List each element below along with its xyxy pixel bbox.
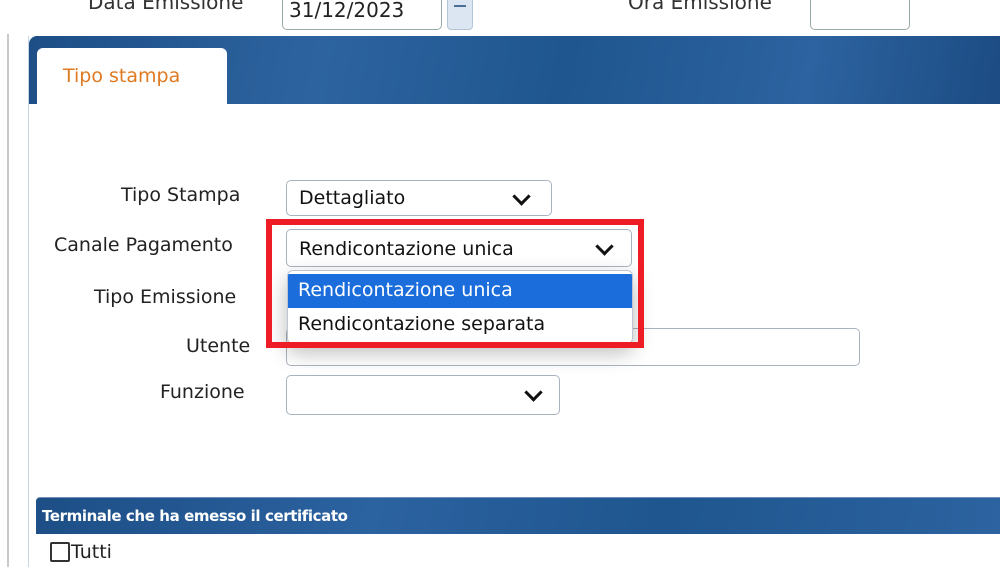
funzione-select[interactable]	[286, 375, 560, 415]
funzione-label: Funzione	[160, 381, 245, 403]
date-emission-field[interactable]: 31/12/2023	[282, 0, 442, 30]
top-row: Data Emissione 31/12/2023 Ora Emissione	[0, 0, 1000, 34]
date-emission-value: 31/12/2023	[289, 0, 405, 22]
calendar-icon[interactable]	[447, 0, 473, 30]
tipo-stampa-label: Tipo Stampa	[121, 184, 241, 206]
highlight-box	[266, 219, 644, 348]
time-emission-field[interactable]	[810, 0, 910, 30]
tipo-stampa-value: Dettagliato	[299, 187, 406, 209]
section-title: Terminale che ha emesso il certificato	[42, 507, 348, 525]
panel-header: Tipo stampa	[29, 36, 1000, 104]
tipo-stampa-select[interactable]: Dettagliato	[286, 180, 552, 216]
tipo-emissione-label: Tipo Emissione	[94, 286, 237, 308]
time-emission-label: Ora Emissione	[628, 0, 772, 14]
date-emission-label: Data Emissione	[88, 0, 244, 14]
tab-tipo-stampa[interactable]: Tipo stampa	[37, 48, 227, 104]
canale-pagamento-label: Canale Pagamento	[54, 234, 233, 256]
utente-label: Utente	[186, 335, 251, 357]
chevron-down-icon	[512, 187, 531, 206]
chevron-down-icon	[524, 383, 543, 402]
left-divider	[7, 0, 9, 567]
tab-label: Tipo stampa	[63, 65, 181, 87]
terminal-section-header: Terminale che ha emesso il certificato	[36, 497, 1000, 534]
tutti-label: Tutti	[71, 541, 112, 563]
tutti-checkbox[interactable]	[50, 542, 70, 562]
